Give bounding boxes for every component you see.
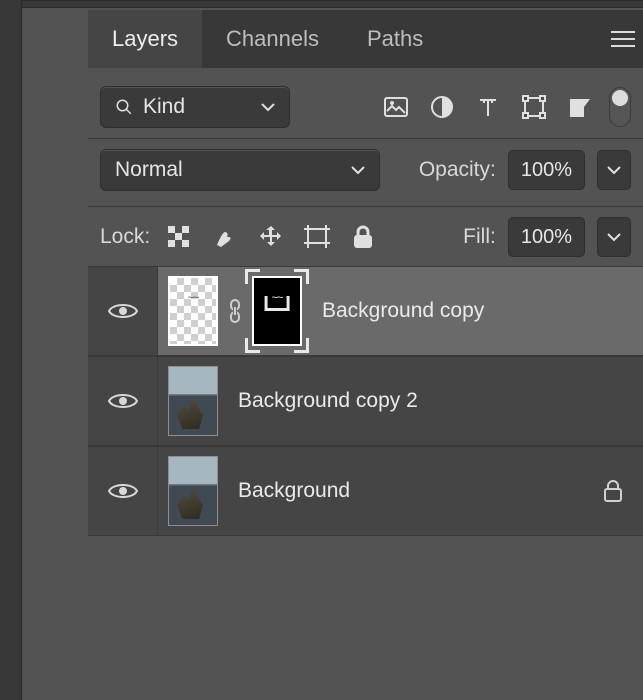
- panel-gutter: [22, 8, 88, 68]
- opacity-value-input[interactable]: 100%: [508, 150, 585, 190]
- lock-label: Lock:: [100, 225, 150, 249]
- filter-smart-objects-icon[interactable]: [563, 90, 597, 124]
- filter-kind-label: Kind: [143, 95, 185, 119]
- chevron-down-icon: [607, 165, 621, 175]
- layer-row[interactable]: Background copy 2: [88, 356, 643, 446]
- lock-transparency-icon[interactable]: [162, 220, 196, 254]
- layer-name[interactable]: Background: [228, 479, 583, 503]
- panel-tabbar: Layers Channels Paths: [88, 10, 643, 68]
- search-icon: [115, 98, 133, 116]
- layer-name[interactable]: Background copy: [312, 299, 583, 323]
- layers-panel-app: Layers Channels Paths Kind: [0, 0, 643, 700]
- layer-row[interactable]: ~~ ~~ Background copy: [88, 266, 643, 356]
- lock-row: Lock: Fill: 100%: [88, 206, 643, 267]
- visibility-toggle[interactable]: [88, 357, 158, 445]
- tab-channels[interactable]: Channels: [202, 10, 343, 68]
- eye-icon: [108, 481, 138, 501]
- filter-toggle[interactable]: [609, 87, 631, 127]
- blend-mode-value: Normal: [115, 158, 183, 182]
- fill-value-input[interactable]: 100%: [508, 217, 585, 257]
- filter-type-layers-icon[interactable]: [471, 90, 505, 124]
- filter-row: Kind: [88, 68, 643, 138]
- filter-adjustment-layers-icon[interactable]: [425, 90, 459, 124]
- mask-link-icon[interactable]: [228, 299, 242, 323]
- layer-thumbnail[interactable]: ~~: [168, 276, 218, 346]
- lock-position-icon[interactable]: [254, 220, 288, 254]
- opacity-dropdown-button[interactable]: [597, 150, 631, 190]
- layers-list: ~~ ~~ Background copy Background copy 2: [88, 266, 643, 536]
- eye-icon: [108, 391, 138, 411]
- layer-thumbnail[interactable]: [168, 366, 218, 436]
- layer-thumbnails: [158, 366, 228, 436]
- tab-layers[interactable]: Layers: [88, 10, 202, 68]
- layer-mask-thumbnail[interactable]: ~~: [252, 276, 302, 346]
- layer-row[interactable]: Background: [88, 446, 643, 536]
- lock-pixels-icon[interactable]: [208, 220, 242, 254]
- layer-lock-indicator[interactable]: [583, 480, 643, 502]
- chevron-down-icon: [261, 102, 275, 112]
- opacity-label: Opacity:: [419, 158, 496, 182]
- panel: Layers Channels Paths: [88, 10, 643, 68]
- layer-thumbnails: ~~ ~~: [158, 276, 312, 346]
- layer-name[interactable]: Background copy 2: [228, 389, 583, 413]
- filter-kind-dropdown[interactable]: Kind: [100, 86, 290, 128]
- blend-row: Normal Opacity: 100%: [88, 138, 643, 201]
- lock-artboard-icon[interactable]: [300, 220, 334, 254]
- hamburger-icon: [611, 31, 635, 47]
- lock-all-icon[interactable]: [346, 220, 380, 254]
- blend-mode-dropdown[interactable]: Normal: [100, 149, 380, 191]
- chevron-down-icon: [607, 232, 621, 242]
- visibility-toggle[interactable]: [88, 447, 158, 535]
- eye-icon: [108, 301, 138, 321]
- panel-menu-button[interactable]: [603, 10, 643, 68]
- panel-resize-strip[interactable]: [22, 0, 643, 8]
- fill-dropdown-button[interactable]: [597, 217, 631, 257]
- layer-thumbnail[interactable]: [168, 456, 218, 526]
- layer-thumbnails: [158, 456, 228, 526]
- visibility-toggle[interactable]: [88, 267, 158, 355]
- dock-rail: [0, 0, 22, 700]
- chevron-down-icon: [351, 165, 365, 175]
- lock-icon: [603, 480, 623, 502]
- fill-label: Fill:: [463, 225, 496, 249]
- tab-paths[interactable]: Paths: [343, 10, 447, 68]
- filter-shape-layers-icon[interactable]: [517, 90, 551, 124]
- filter-pixel-layers-icon[interactable]: [379, 90, 413, 124]
